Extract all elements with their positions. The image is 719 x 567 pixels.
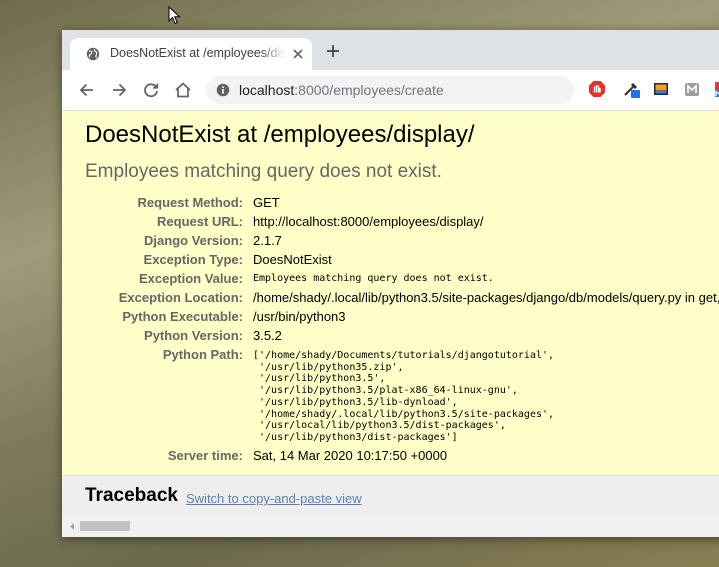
meta-value: 3.5.2 (253, 328, 282, 343)
url-path: :8000/employees/create (294, 82, 444, 98)
color-picker-extension-icon[interactable] (622, 80, 640, 98)
meta-row-request-url: Request URL: http://localhost:8000/emplo… (62, 214, 719, 233)
meta-label: Python Executable: (122, 309, 243, 324)
python-path-line: ['/home/shady/Documents/tutorials/django… (253, 350, 555, 361)
scrollbar-thumb[interactable] (80, 521, 130, 531)
meta-label: Request URL: (157, 214, 243, 229)
forward-arrow-icon[interactable] (109, 80, 129, 100)
info-icon[interactable] (216, 83, 230, 97)
page-title: DoesNotExist at /employees/display/ (85, 121, 475, 148)
copy-paste-view-link[interactable]: Switch to copy-and-paste view (186, 491, 362, 506)
python-path-line: '/usr/lib/python3.5/lib-dynload', (253, 396, 458, 408)
meta-row-django-version: Django Version: 2.1.7 (62, 233, 719, 252)
meta-row-exception-type: Exception Type: DoesNotExist (62, 252, 719, 271)
meta-row-exception-location: Exception Location: /home/shady/.local/l… (62, 290, 719, 309)
globe-icon (86, 47, 100, 61)
error-summary: DoesNotExist at /employees/display/ Empl… (62, 111, 719, 476)
home-icon[interactable] (173, 80, 193, 100)
page-content: DoesNotExist at /employees/display/ Empl… (62, 111, 719, 537)
m-extension-icon[interactable] (683, 80, 701, 98)
meta-row-exception-value: Exception Value: Employees matching quer… (62, 271, 719, 290)
meta-value: GET (253, 195, 280, 210)
python-path-line: '/usr/lib/python3/dist-packages'] (253, 431, 458, 443)
url-text: localhost:8000/employees/create (239, 82, 444, 98)
meta-row-python-path: Python Path: ['/home/shady/Documents/tut… (62, 347, 719, 448)
meta-label: Exception Value: (138, 271, 243, 286)
browser-tab[interactable]: DoesNotExist at /employees/display/ (70, 38, 312, 70)
python-path-line: '/usr/lib/python3.5', (253, 373, 386, 385)
meta-value: DoesNotExist (253, 252, 332, 267)
meta-label: Exception Location: (118, 290, 243, 305)
meta-value: /home/shady/.local/lib/python3.5/site-pa… (253, 290, 719, 305)
meta-row-python-version: Python Version: 3.5.2 (62, 328, 719, 347)
close-icon[interactable] (292, 48, 304, 60)
meta-row-server-time: Server time: Sat, 14 Mar 2020 10:17:50 +… (62, 448, 719, 467)
browser-toolbar: localhost:8000/employees/create (62, 70, 719, 111)
mouse-cursor-icon (168, 6, 181, 25)
traceback-heading: Traceback (85, 485, 178, 506)
meta-row-request-method: Request Method: GET (62, 195, 719, 214)
plus-icon[interactable] (326, 44, 340, 58)
horizontal-scrollbar[interactable] (62, 516, 719, 537)
python-path-line: '/usr/lib/python35.zip', (253, 361, 404, 373)
meta-value: http://localhost:8000/employees/display/ (253, 214, 484, 229)
meta-label: Python Version: (144, 328, 243, 343)
meta-value: Employees matching query does not exist. (253, 273, 494, 284)
meta-label: Django Version: (144, 233, 243, 248)
tab-strip: DoesNotExist at /employees/display/ (62, 30, 719, 70)
meta-label: Exception Type: (143, 252, 243, 267)
meta-label: Server time: (167, 448, 243, 463)
meta-label: Request Method: (137, 195, 243, 210)
python-path-line: '/home/shady/.local/lib/python3.5/site-p… (253, 408, 555, 420)
address-bar[interactable]: localhost:8000/employees/create (206, 76, 574, 104)
python-path-list: ['/home/shady/Documents/tutorials/django… (253, 350, 554, 444)
meta-label: Python Path: (162, 347, 243, 362)
image-extension-icon[interactable] (652, 80, 670, 98)
tab-title: DoesNotExist at /employees/display/ (110, 46, 286, 60)
meta-value: 2.1.7 (253, 233, 282, 248)
python-path-line: '/usr/lib/python3.5/plat-x86_64-linux-gn… (253, 385, 518, 397)
traceback-section: Traceback Switch to copy-and-paste view (62, 476, 719, 516)
python-path-line: '/usr/local/lib/python3.5/dist-packages'… (253, 420, 506, 432)
exception-message: Employees matching query does not exist. (85, 161, 442, 182)
meta-row-python-executable: Python Executable: /usr/bin/python3 (62, 309, 719, 328)
meta-value: /usr/bin/python3 (253, 309, 346, 324)
browser-window: DoesNotExist at /employees/display/ (62, 30, 719, 537)
back-arrow-icon[interactable] (77, 80, 97, 100)
reload-icon[interactable] (141, 80, 161, 100)
url-host: localhost (239, 82, 295, 98)
meta-value: Sat, 14 Mar 2020 10:17:50 +0000 (253, 448, 448, 463)
scroll-left-arrow-icon[interactable] (68, 522, 76, 531)
adblock-extension-icon[interactable] (588, 80, 606, 98)
multi-extension-icon[interactable] (714, 80, 719, 98)
request-meta-table: Request Method: GET Request URL: http://… (62, 195, 719, 467)
